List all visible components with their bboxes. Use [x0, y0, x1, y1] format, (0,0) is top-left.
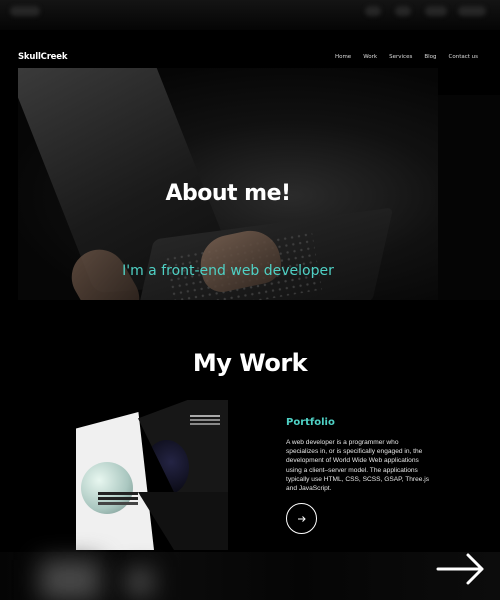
section-title: My Work	[192, 349, 308, 377]
hero-title: About me!	[165, 181, 291, 206]
blurred-bottom-strip	[0, 552, 500, 600]
nav-link-work[interactable]: Work	[363, 54, 377, 60]
nav-link-home[interactable]: Home	[335, 54, 351, 60]
view-project-button[interactable]	[286, 503, 317, 534]
text-lines	[190, 415, 220, 417]
nav-links: Home Work Services Blog Contact us	[335, 54, 478, 60]
top-navigation: SkullCreek Home Work Services Blog Conta…	[18, 47, 482, 67]
nav-link-contact[interactable]: Contact us	[449, 54, 479, 60]
blurred-shape	[40, 560, 100, 600]
blurred-shape	[10, 6, 40, 16]
project-preview-image[interactable]	[76, 400, 228, 550]
dark-panel	[438, 95, 500, 300]
hero-subtitle: I'm a front-end web developer	[122, 263, 334, 279]
orb-graphic	[144, 440, 189, 492]
arrow-right-icon	[297, 515, 306, 522]
blurred-shape	[395, 6, 411, 16]
project-title[interactable]: Portfolio	[286, 417, 335, 428]
blurred-shape	[458, 6, 486, 16]
hero-banner: About me! I'm a front-end web developer	[18, 68, 438, 300]
blurred-shape	[125, 567, 155, 597]
project-description: A web developer is a programmer who spec…	[286, 439, 430, 493]
nav-link-services[interactable]: Services	[389, 54, 412, 60]
blurred-top-strip	[0, 0, 500, 30]
blurred-shape	[365, 6, 381, 16]
blurred-shape	[425, 6, 447, 16]
preview-card	[76, 412, 154, 550]
site-logo[interactable]: SkullCreek	[18, 52, 67, 62]
text-lines	[98, 492, 138, 495]
globe-graphic	[81, 462, 133, 514]
nav-link-blog[interactable]: Blog	[424, 54, 436, 60]
preview-card	[138, 400, 228, 492]
long-arrow-right-icon[interactable]	[436, 551, 486, 587]
